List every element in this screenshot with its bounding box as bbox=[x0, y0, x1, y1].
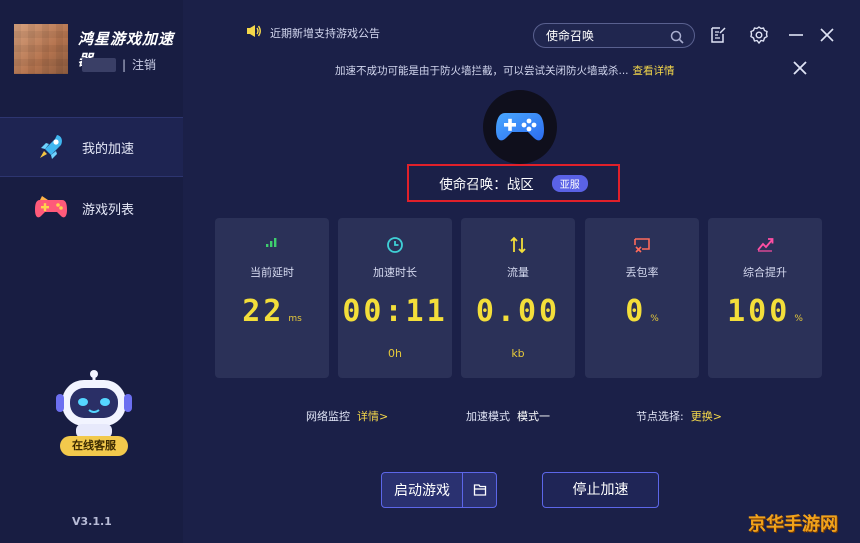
announcement-text: 近期新增支持游戏公告 bbox=[270, 26, 380, 40]
stat-card-latency: 当前延时 22 ms bbox=[215, 218, 329, 378]
node-change-link[interactable]: 更换> bbox=[691, 410, 722, 423]
close-icon[interactable] bbox=[817, 25, 837, 45]
game-controller-icon bbox=[483, 90, 557, 164]
tip-details-link[interactable]: 查看详情 bbox=[633, 65, 675, 77]
stat-label: 综合提升 bbox=[743, 266, 787, 279]
stat-unit: ms bbox=[288, 314, 302, 324]
avatar[interactable] bbox=[14, 24, 68, 74]
clock-icon bbox=[338, 236, 452, 254]
stat-card-duration: 加速时长 00:11 0h bbox=[338, 218, 452, 378]
game-name: 使命召唤：战区 bbox=[439, 177, 534, 193]
stat-label: 流量 bbox=[507, 266, 529, 279]
packet-loss-icon bbox=[585, 236, 699, 254]
gamepad-icon bbox=[34, 191, 68, 225]
stat-card-traffic: 流量 0.00 kb bbox=[461, 218, 575, 378]
speaker-icon bbox=[246, 24, 262, 41]
current-game-box: 使命召唤：战区 亚服 bbox=[407, 164, 620, 202]
start-game-button-group: 启动游戏 bbox=[381, 472, 497, 508]
stat-label: 丢包率 bbox=[625, 266, 659, 279]
stat-value: 0% bbox=[625, 294, 659, 329]
signal-icon bbox=[215, 236, 329, 248]
stat-card-packet-loss: 丢包率 0% bbox=[585, 218, 699, 378]
firewall-tip: 加速不成功可能是由于防火墙拦截，可以尝试关闭防火墙或杀... 查看详情 bbox=[335, 63, 675, 78]
stop-boost-button[interactable]: 停止加速 bbox=[542, 472, 659, 508]
tip-close-icon[interactable] bbox=[790, 58, 810, 78]
sidebar: 鸿星游戏加速器 | 注销 我的加速 bbox=[0, 0, 183, 543]
tip-text: 加速不成功可能是由于防火墙拦截，可以尝试关闭防火墙或杀... bbox=[335, 65, 629, 77]
trend-up-icon bbox=[708, 236, 822, 252]
mode-value[interactable]: 模式一 bbox=[517, 410, 550, 423]
stat-unit: % bbox=[794, 314, 803, 324]
stat-label: 加速时长 bbox=[373, 266, 417, 279]
stat-sub: kb bbox=[511, 347, 525, 360]
boost-mode: 加速模式 模式一 bbox=[466, 408, 550, 424]
node-selection: 节点选择: 更换> bbox=[636, 408, 722, 424]
stat-unit: % bbox=[650, 314, 659, 324]
online-service-button[interactable]: 在线客服 bbox=[60, 436, 128, 456]
monitor-details-link[interactable]: 详情> bbox=[357, 410, 388, 423]
sidebar-item-game-list[interactable]: 游戏列表 bbox=[0, 178, 183, 238]
announcement-link[interactable]: 近期新增支持游戏公告 bbox=[246, 24, 380, 41]
updown-icon bbox=[461, 236, 575, 254]
rocket-icon bbox=[34, 130, 68, 164]
stat-card-improvement: 综合提升 100% bbox=[708, 218, 822, 378]
stat-label: 当前延时 bbox=[250, 266, 294, 279]
gear-icon[interactable] bbox=[749, 25, 769, 45]
start-game-button[interactable]: 启动游戏 bbox=[382, 480, 462, 500]
search-icon[interactable] bbox=[670, 29, 684, 48]
sidebar-item-my-boost[interactable]: 我的加速 bbox=[0, 117, 183, 177]
stat-value: 100% bbox=[727, 294, 803, 329]
stat-value: 22 ms bbox=[242, 294, 302, 329]
logout-link[interactable]: 注销 bbox=[132, 56, 156, 73]
app-window: 鸿星游戏加速器 | 注销 我的加速 bbox=[0, 0, 860, 543]
version-label: V3.1.1 bbox=[72, 515, 112, 528]
monitor-label: 网络监控 bbox=[306, 410, 350, 423]
stat-value: 0.00 bbox=[475, 294, 561, 329]
search-input[interactable] bbox=[546, 28, 666, 43]
minimize-icon[interactable] bbox=[786, 25, 806, 45]
sidebar-item-label: 我的加速 bbox=[82, 141, 135, 157]
user-separator: | bbox=[122, 57, 127, 72]
stat-sub: 0h bbox=[388, 347, 402, 360]
mode-label: 加速模式 bbox=[466, 410, 510, 423]
search-box[interactable] bbox=[533, 23, 695, 48]
folder-icon[interactable] bbox=[463, 483, 496, 497]
user-row: | 注销 bbox=[82, 56, 156, 73]
network-monitor: 网络监控 详情> bbox=[306, 408, 388, 424]
sidebar-item-label: 游戏列表 bbox=[82, 202, 135, 218]
node-label: 节点选择: bbox=[636, 410, 684, 423]
stat-value: 00:11 bbox=[342, 294, 448, 329]
region-badge[interactable]: 亚服 bbox=[551, 174, 588, 192]
edit-icon[interactable] bbox=[708, 25, 728, 45]
username-redacted bbox=[82, 57, 116, 72]
watermark: 京华手游网 bbox=[748, 514, 838, 535]
